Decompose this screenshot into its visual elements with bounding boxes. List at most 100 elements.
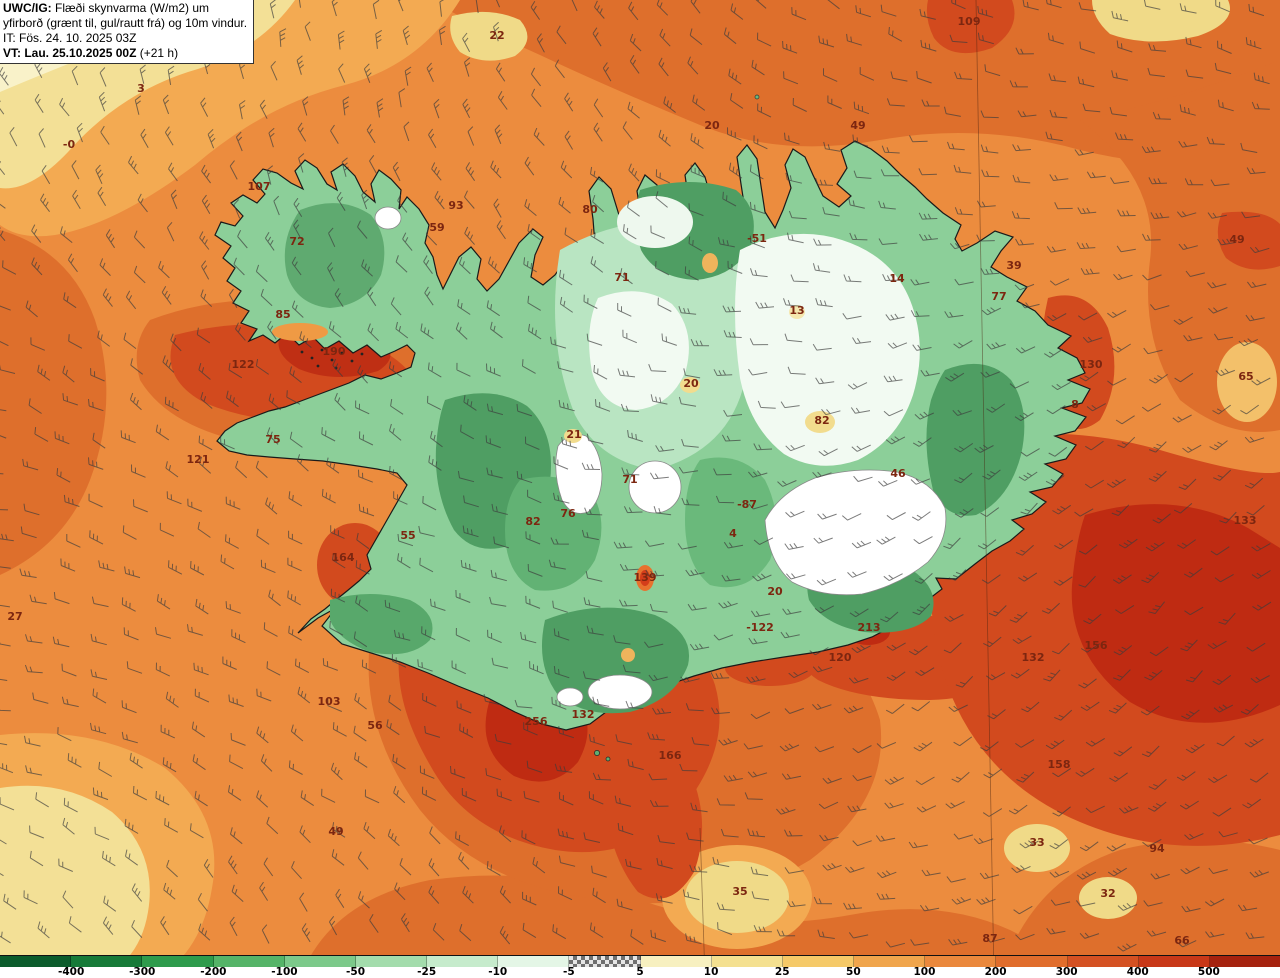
- colorbar-tick-label: -25: [417, 966, 437, 978]
- flux-value: 65: [1238, 370, 1253, 383]
- flux-value: 156: [1085, 639, 1108, 652]
- flux-value: 3: [137, 82, 145, 95]
- colorbar-tick-label: -5: [563, 966, 575, 978]
- flux-value: 21: [566, 428, 581, 441]
- flux-value: 130: [1080, 358, 1103, 371]
- flux-value: 166: [659, 749, 682, 762]
- flux-value: 164: [332, 551, 355, 564]
- flux-value: -51: [747, 232, 767, 245]
- flux-value: 80: [582, 203, 598, 216]
- flux-value: 82: [814, 414, 829, 427]
- flux-value: 20: [767, 585, 783, 598]
- flux-value: -122: [746, 621, 774, 634]
- title-text: Flæði skynvarma (W/m2) um: [55, 1, 210, 15]
- vestmannaeyjar-island: [605, 756, 611, 762]
- colorbar-tick-label: 5: [636, 966, 644, 978]
- flux-value: -87: [737, 498, 757, 511]
- heat-flux-map: 223-010910793598020 4972 -51 4971 14397785 13…: [0, 0, 1280, 978]
- flux-value: 32: [1100, 887, 1115, 900]
- colorbar: -400 -300 -200 -100 -50 -25 -10 -5 5 10 25 50 100 200…: [0, 955, 1280, 978]
- flux-value: 71: [622, 473, 637, 486]
- flux-value: 59: [429, 221, 444, 234]
- colorbar-tick-label: 200: [984, 966, 1007, 978]
- colorbar-tick-label: -300: [129, 966, 156, 978]
- flux-value: 75: [265, 433, 280, 446]
- flux-value: 132: [1022, 651, 1045, 664]
- valid-time-line: VT: Lau. 25.10.2025 00Z (+21 h): [3, 46, 247, 61]
- title-line-1: UWC/IG: Flæði skynvarma (W/m2) um: [3, 1, 247, 16]
- flux-value: 122: [232, 358, 255, 371]
- flux-value: 158: [1048, 758, 1071, 771]
- colorbar-tick-label: -400: [57, 966, 85, 978]
- valid-time: VT: Lau. 25.10.2025 00Z: [3, 46, 137, 60]
- flux-value: 66: [1174, 934, 1190, 947]
- colorbar-tick-label: 500: [1197, 966, 1220, 978]
- colorbar-tick-label: 50: [846, 966, 861, 978]
- flux-value: 85: [275, 308, 290, 321]
- flux-value: 190: [323, 345, 346, 358]
- flux-value: 49: [1229, 233, 1244, 246]
- flux-value: 76: [560, 507, 576, 520]
- flux-value: 46: [890, 467, 906, 480]
- flux-value: 139: [634, 571, 657, 584]
- flux-value: 4: [729, 527, 737, 540]
- flux-value: 133: [1234, 514, 1257, 527]
- colorbar-tick-label: 300: [1055, 966, 1078, 978]
- flux-value: 121: [187, 453, 210, 466]
- colorbar-segment: [498, 956, 570, 968]
- map-shape: [300, 350, 304, 354]
- flux-value: 49: [328, 825, 343, 838]
- flux-value: 77: [991, 290, 1006, 303]
- flux-value: 20: [683, 377, 699, 390]
- colorbar-segment: [569, 956, 641, 968]
- colorbar-tick-label: -100: [271, 966, 298, 978]
- flux-value: 256: [525, 715, 548, 728]
- colorbar-tick-label: 10: [703, 966, 719, 978]
- eyjafjallajokull-glacier: [556, 687, 584, 707]
- colorbar-segment: [782, 956, 855, 968]
- grimsey-island: [754, 94, 760, 100]
- flux-value: 39: [1006, 259, 1021, 272]
- map-shape: [360, 352, 364, 356]
- lead-time: (+21 h): [139, 46, 179, 60]
- flux-value: 22: [489, 29, 504, 42]
- flux-value: 13: [789, 304, 804, 317]
- colorbar-segment: [711, 956, 783, 968]
- colorbar-segment: [640, 956, 712, 968]
- flux-value: 33: [1029, 836, 1044, 849]
- vestmannaeyjar-island: [594, 750, 600, 756]
- flux-value: -0: [63, 138, 76, 151]
- colorbar-tick-labels: -400 -300 -200 -100 -50 -25 -10 -5 5 10 25 50 100 200…: [0, 966, 1280, 978]
- flux-value: 27: [7, 610, 22, 623]
- flux-value: 71: [614, 271, 629, 284]
- flux-value: 87: [982, 932, 997, 945]
- weather-map-page: 22 3 -0 109 107 93 59 80 20 49 72 -51 49 71 14 39 77 85 13…: [0, 0, 1280, 978]
- model-label: UWC/IG:: [3, 1, 52, 15]
- flux-value: 49: [850, 119, 865, 132]
- colorbar-tick-label: 25: [774, 966, 790, 978]
- flux-value: 82: [525, 515, 540, 528]
- colorbar-segment: [1209, 956, 1280, 968]
- flux-value: 109: [958, 15, 981, 28]
- flux-value: 14: [889, 272, 905, 285]
- colorbar-tick-label: 400: [1126, 966, 1149, 978]
- map-shape: [330, 358, 334, 362]
- flux-value: 120: [829, 651, 852, 664]
- hofsjokull-glacier: [628, 460, 682, 514]
- flux-value: 107: [248, 180, 271, 193]
- drangajokull-glacier: [374, 206, 402, 230]
- title-line-2: yfirborð (grænt til, gul/rautt frá) og 1…: [3, 16, 248, 30]
- flux-value: 94: [1149, 842, 1165, 855]
- title-box: UWC/IG: Flæði skynvarma (W/m2) um yfirbo…: [0, 0, 255, 64]
- flux-region: [621, 648, 635, 662]
- colorbar-tick-label: -200: [200, 966, 227, 978]
- flux-value: 55: [400, 529, 415, 542]
- flux-value: 213: [858, 621, 881, 634]
- init-time: IT: Fös. 24. 10. 2025 03Z: [3, 31, 137, 45]
- colorbar-tick-label: -10: [488, 966, 508, 978]
- flux-value: 56: [367, 719, 383, 732]
- flux-value: 132: [572, 708, 595, 721]
- colorbar-tick-label: 100: [913, 966, 936, 978]
- flux-value: 93: [448, 199, 463, 212]
- flux-value: 35: [732, 885, 747, 898]
